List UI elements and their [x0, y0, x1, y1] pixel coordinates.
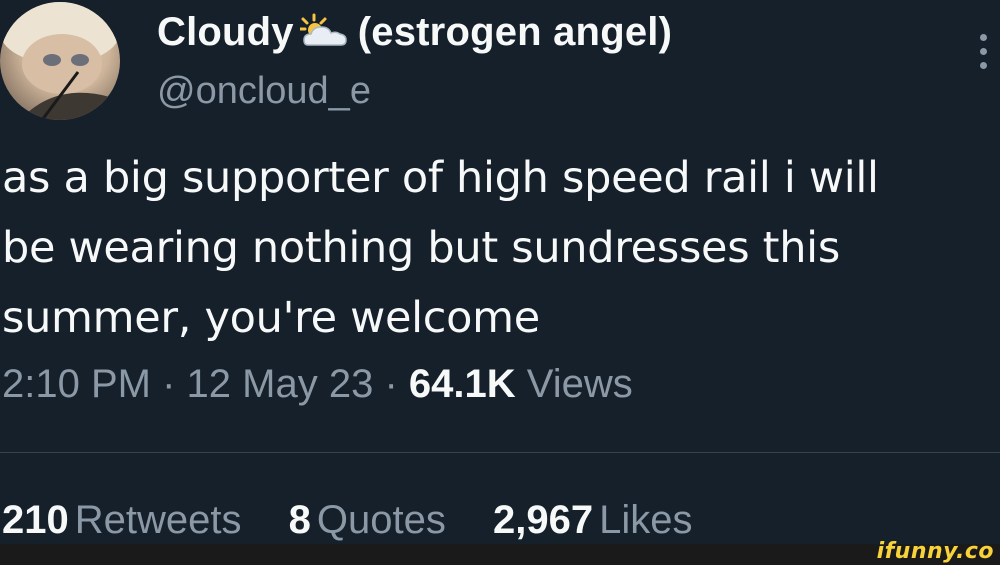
- author-handle[interactable]: @oncloud_e: [157, 70, 371, 113]
- tweet-text-line: summer, you're welcome: [2, 293, 540, 343]
- divider: [0, 452, 1000, 453]
- sun-behind-cloud-icon: [298, 13, 350, 59]
- quotes-label: Quotes: [316, 498, 446, 542]
- views-count: 64.1K: [408, 362, 516, 406]
- tweet-stats: 210 Retweets 8 Quotes 2,967 Likes: [2, 498, 728, 543]
- more-dot: [980, 34, 987, 41]
- ifunny-watermark: ifunny.co: [876, 539, 994, 564]
- tweet-text-line: be wearing nothing but sundresses this: [2, 223, 840, 273]
- tweet-meta: 2:10 PM · 12 May 23 · 64.1K Views: [2, 362, 633, 407]
- likes-count: 2,967: [492, 498, 594, 542]
- tweet-text-line: as a big supporter of high speed rail i …: [2, 153, 879, 203]
- avatar[interactable]: [0, 2, 120, 120]
- quotes-count: 8: [288, 498, 311, 542]
- retweets-count: 210: [2, 498, 69, 542]
- more-options-button[interactable]: [972, 32, 994, 72]
- author-display-name[interactable]: Cloudy (estrogen angel): [157, 10, 672, 59]
- meta-separator: ·: [384, 362, 398, 406]
- retweets-label: Retweets: [74, 498, 242, 542]
- tweet-text: as a big supporter of high speed rail i …: [2, 143, 1000, 353]
- views-label: Views: [526, 362, 633, 406]
- meta-separator: ·: [162, 362, 176, 406]
- likes-label: Likes: [599, 498, 693, 542]
- retweets-stat[interactable]: 210 Retweets: [2, 498, 242, 543]
- display-name-suffix: (estrogen angel): [357, 10, 673, 54]
- tweet-date[interactable]: 12 May 23: [187, 362, 374, 406]
- quotes-stat[interactable]: 8 Quotes: [289, 498, 446, 543]
- footer-bar: [0, 544, 1000, 565]
- more-dot: [980, 48, 987, 55]
- tweet-time[interactable]: 2:10 PM: [2, 362, 151, 406]
- more-dot: [980, 62, 987, 69]
- display-name-text: Cloudy: [157, 10, 294, 54]
- likes-stat[interactable]: 2,967 Likes: [493, 498, 693, 543]
